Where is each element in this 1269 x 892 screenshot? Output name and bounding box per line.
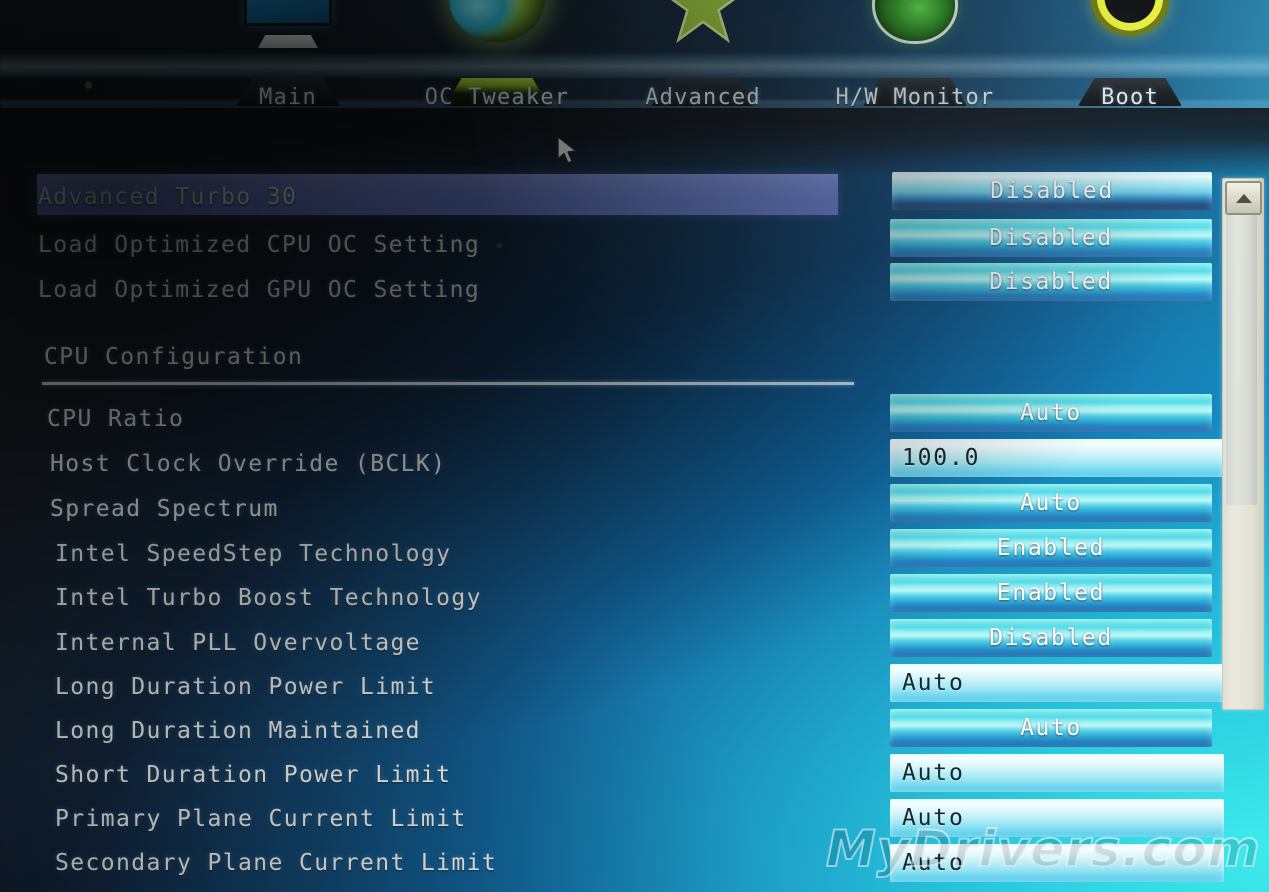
value-control-load-optimized-cpu-oc-setting[interactable]: Disabled <box>890 219 1212 257</box>
option-label: Long Duration Maintained <box>55 717 421 744</box>
option-row-host-clock-override[interactable]: Host Clock Override (BCLK) <box>50 441 930 486</box>
option-row-secondary-plane-current-limit[interactable]: Secondary Plane Current Limit <box>55 840 935 885</box>
option-row-primary-plane-current-limit[interactable]: Primary Plane Current Limit <box>55 796 935 841</box>
value-control-host-clock-override[interactable]: 100.0 <box>890 439 1224 477</box>
value-control-spread-spectrum[interactable]: Auto <box>890 484 1212 522</box>
nav-tab-label: Advanced <box>645 85 761 110</box>
nav-tab-label: Main <box>259 85 317 110</box>
nav-tab-hw-monitor[interactable]: H/W Monitor <box>830 0 1000 122</box>
value-control-load-optimized-gpu-oc-setting[interactable]: Disabled <box>890 263 1212 301</box>
monitor-icon: ASRock <box>203 0 373 78</box>
mouse-cursor <box>557 136 577 164</box>
option-label: Load Optimized CPU OC Setting <box>38 231 481 258</box>
option-row-spread-spectrum[interactable]: Spread Spectrum <box>50 486 930 531</box>
value-control-primary-plane-current-limit[interactable]: Auto <box>890 799 1224 837</box>
nav-tab-main[interactable]: ASRock Main <box>203 0 373 122</box>
orb-icon <box>412 0 582 78</box>
settings-panel: Advanced Turbo 30 Load Optimized CPU OC … <box>0 122 1269 892</box>
section-divider <box>42 382 854 385</box>
nav-tab-oc-tweaker[interactable]: OC Tweaker <box>412 0 582 122</box>
scrollbar-thumb[interactable] <box>1226 215 1257 505</box>
value-control-intel-turbo-boost-technology[interactable]: Enabled <box>890 574 1212 612</box>
option-row-advanced-turbo-30[interactable]: Advanced Turbo 30 <box>38 174 918 219</box>
value-text: Auto <box>1020 715 1082 741</box>
value-text: Disabled <box>990 178 1114 204</box>
option-label: Intel Turbo Boost Technology <box>55 584 482 611</box>
star-icon <box>618 0 788 78</box>
section-title-cpu-configuration: CPU Configuration <box>44 344 304 370</box>
nav-tab-label: Boot <box>1101 85 1159 110</box>
option-label: Load Optimized GPU OC Setting <box>38 276 481 303</box>
value-control-internal-pll-overvoltage[interactable]: Disabled <box>890 619 1212 657</box>
value-text: Disabled <box>989 225 1113 251</box>
value-text: Disabled <box>989 269 1113 295</box>
star-icon-svg <box>670 0 736 44</box>
nav-tab-advanced[interactable]: Advanced <box>618 0 788 122</box>
value-text: Enabled <box>996 580 1106 606</box>
option-row-load-optimized-cpu-oc-setting[interactable]: Load Optimized CPU OC Setting <box>38 222 918 267</box>
chevron-up-icon <box>1235 193 1252 203</box>
value-control-short-duration-power-limit[interactable]: Auto <box>890 754 1224 792</box>
value-control-long-duration-power-limit[interactable]: Auto <box>890 664 1224 702</box>
value-text: Auto <box>902 805 965 831</box>
keyboard-glyph <box>258 35 318 48</box>
value-control-cpu-ratio[interactable]: Auto <box>890 394 1212 432</box>
value-text: Enabled <box>996 535 1106 561</box>
value-text: Auto <box>1020 400 1082 426</box>
option-row-intel-speedstep-technology[interactable]: Intel SpeedStep Technology <box>55 531 935 576</box>
value-text: Disabled <box>989 625 1113 651</box>
option-row-long-duration-maintained[interactable]: Long Duration Maintained <box>55 708 935 753</box>
value-text: Auto <box>902 760 965 786</box>
option-label: Secondary Plane Current Limit <box>55 849 498 876</box>
gauge-orb-icon <box>830 0 1000 78</box>
value-text: Auto <box>1020 490 1082 516</box>
value-control-long-duration-maintained[interactable]: Auto <box>890 709 1212 747</box>
option-label: Short Duration Power Limit <box>55 761 452 788</box>
option-row-cpu-ratio[interactable]: CPU Ratio <box>47 396 927 441</box>
dust-speck <box>85 81 92 89</box>
option-label: Long Duration Power Limit <box>55 673 437 700</box>
value-control-advanced-turbo-30[interactable]: Disabled <box>892 172 1212 210</box>
option-row-internal-pll-overvoltage[interactable]: Internal PLL Overvoltage <box>55 620 935 665</box>
bios-screen: ASRock Main OC Tweaker Advanced H/W Moni… <box>0 0 1269 892</box>
value-control-secondary-plane-current-limit[interactable]: Auto <box>890 844 1224 882</box>
scrollbar-track[interactable] <box>1222 178 1264 710</box>
value-text: 100.0 <box>902 445 981 471</box>
option-row-intel-turbo-boost-technology[interactable]: Intel Turbo Boost Technology <box>55 575 935 620</box>
nav-tab-label: H/W Monitor <box>835 85 995 110</box>
scroll-up-arrow-button[interactable] <box>1225 181 1262 215</box>
option-label: Intel SpeedStep Technology <box>55 540 452 567</box>
value-text: Auto <box>902 670 965 696</box>
option-label: Advanced Turbo 30 <box>38 183 298 210</box>
power-ring-icon <box>1045 0 1215 78</box>
nav-tab-label: OC Tweaker <box>424 85 570 110</box>
option-row-long-duration-power-limit[interactable]: Long Duration Power Limit <box>55 664 935 709</box>
option-label: CPU Ratio <box>47 405 185 432</box>
nav-tab-boot[interactable]: Boot <box>1045 0 1215 122</box>
option-label: Host Clock Override (BCLK) <box>50 450 447 477</box>
option-row-short-duration-power-limit[interactable]: Short Duration Power Limit <box>55 752 935 797</box>
value-text: Auto <box>902 850 965 876</box>
option-label: Internal PLL Overvoltage <box>55 629 421 656</box>
option-label: Primary Plane Current Limit <box>55 805 467 832</box>
option-row-load-optimized-gpu-oc-setting[interactable]: Load Optimized GPU OC Setting <box>38 267 918 312</box>
option-label: Spread Spectrum <box>50 495 279 522</box>
value-control-intel-speedstep-technology[interactable]: Enabled <box>890 529 1212 567</box>
